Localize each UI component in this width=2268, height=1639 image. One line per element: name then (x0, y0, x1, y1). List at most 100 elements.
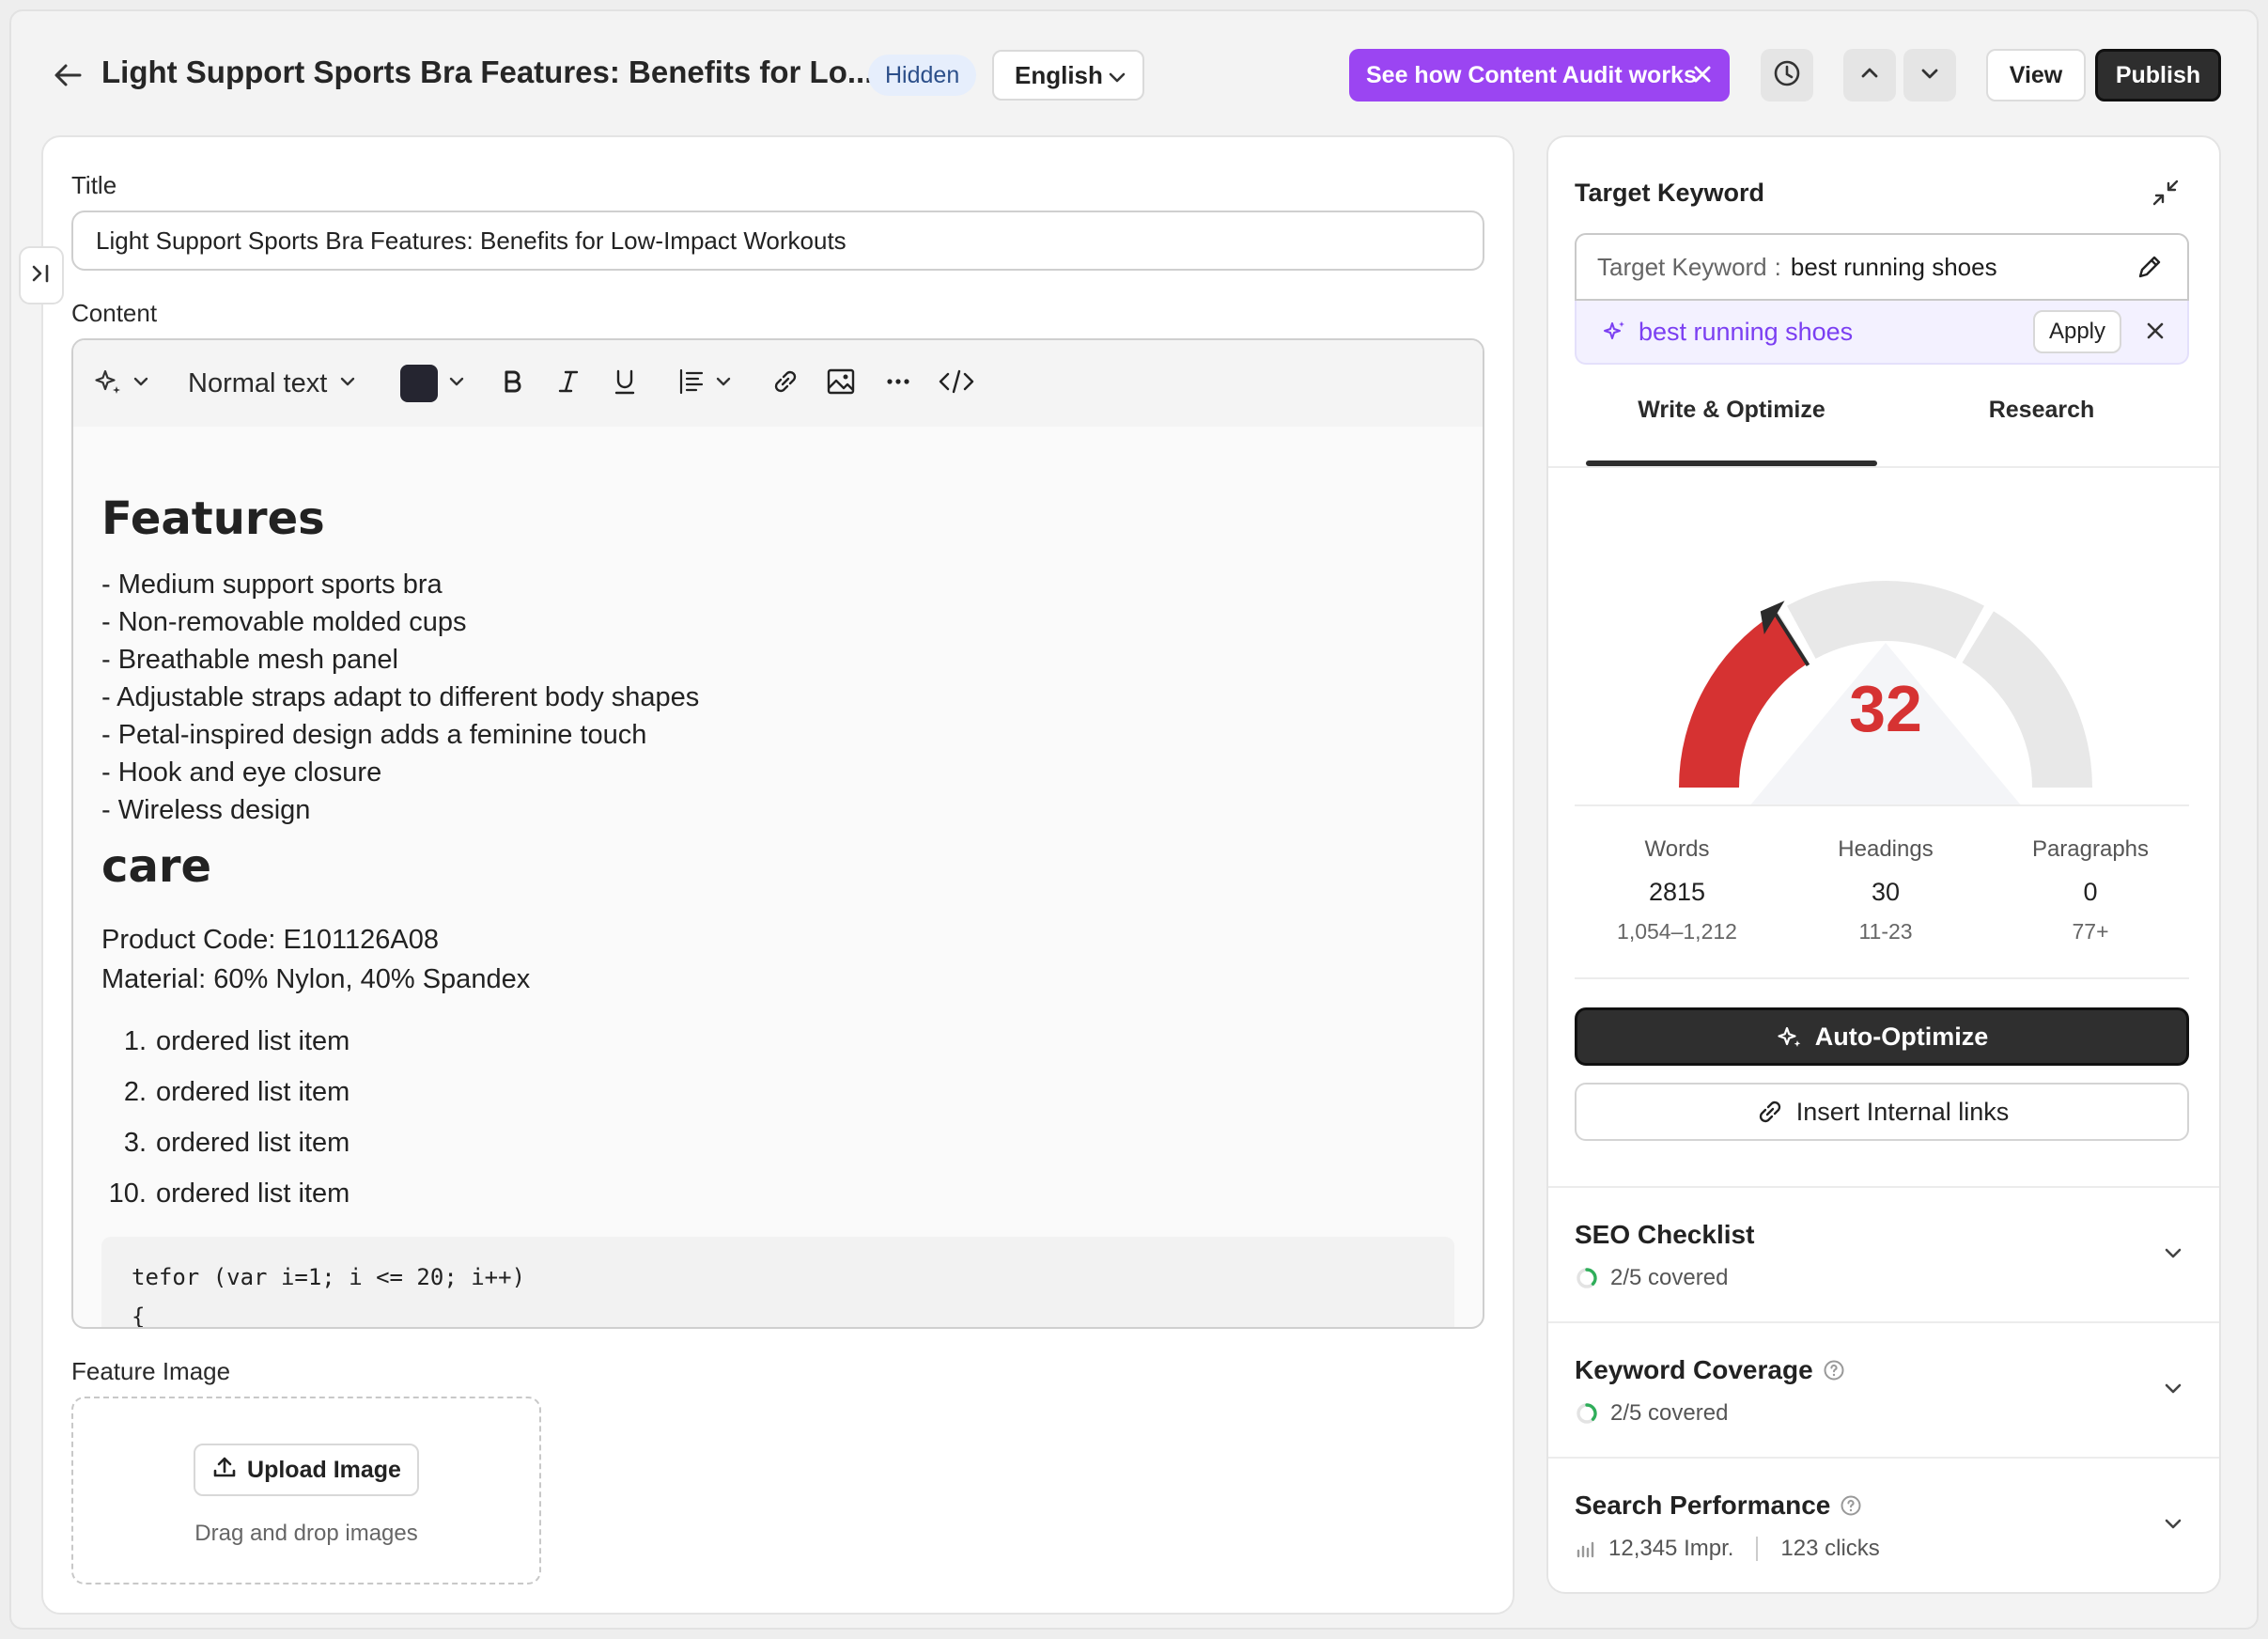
editor-body: Features - Medium support sports bra - N… (101, 427, 1454, 1327)
target-keyword-field[interactable]: Target Keyword : best running shoes (1575, 233, 2189, 301)
promo-label: See how Content Audit works (1366, 61, 1697, 88)
collapse-icon (29, 261, 54, 290)
chevron-down-icon[interactable] (2161, 1376, 2185, 1405)
pencil-icon[interactable] (2135, 252, 2165, 289)
help-icon[interactable] (1823, 1359, 1845, 1381)
minimize-icon[interactable] (2150, 177, 2182, 213)
language-label: English (1015, 60, 1103, 89)
insert-links-label: Insert Internal links (1795, 1097, 2010, 1126)
align-button[interactable] (676, 361, 733, 406)
list-item: - Breathable mesh panel (101, 645, 398, 675)
search-performance-stats: 12,345 Impr. 123 clicks (1575, 1536, 1880, 1562)
list-item: - Medium support sports bra (101, 570, 443, 600)
stat-words-range: 1,054–1,212 (1617, 919, 1737, 944)
close-icon[interactable] (1688, 60, 1717, 95)
heading-features: Features (101, 492, 325, 545)
stat-words-label: Words (1644, 836, 1710, 862)
tab-research[interactable]: Research (1887, 397, 2197, 424)
publish-button[interactable]: Publish (2095, 49, 2221, 101)
title-input[interactable]: Light Support Sports Bra Features: Benef… (71, 211, 1484, 271)
list-item: - Adjustable straps adapt to different b… (101, 682, 700, 712)
upload-image-label: Upload Image (247, 1456, 401, 1483)
content-audit-promo-button[interactable]: See how Content Audit works (1349, 49, 1730, 101)
progress-ring-icon (1575, 1401, 1599, 1426)
keyword-field-label: Target Keyword (1597, 252, 1767, 281)
chevron-down-icon (447, 372, 466, 396)
stat-headings-range: 11-23 (1858, 919, 1913, 944)
bold-icon (498, 367, 526, 400)
stat-paragraphs-label: Paragraphs (2031, 836, 2150, 862)
link-icon (1755, 1097, 1785, 1127)
bold-button[interactable] (498, 361, 526, 406)
feature-image-label: Feature Image (71, 1357, 231, 1385)
clock-icon (1773, 59, 1801, 92)
close-icon[interactable] (2144, 320, 2167, 349)
content-label: Content (71, 299, 158, 327)
keyword-value: best running shoes (1790, 252, 1997, 281)
underline-button[interactable] (611, 361, 639, 406)
divider (1575, 804, 2189, 806)
chevron-down-icon[interactable] (2161, 1511, 2185, 1540)
text-style-label: Normal text (188, 367, 328, 398)
clicks: 123 clicks (1780, 1536, 1880, 1561)
code-button[interactable] (938, 361, 975, 406)
code-line: { (132, 1303, 146, 1329)
ordered-list-item: 10. ordered list item (108, 1179, 350, 1209)
colon-separator: : (1774, 252, 1781, 281)
back-arrow-icon[interactable] (49, 58, 86, 92)
keyword-coverage-title: Keyword Coverage (1575, 1355, 1813, 1384)
image-button[interactable] (825, 361, 857, 406)
text-style-select[interactable]: Normal text (188, 361, 357, 406)
align-left-icon (676, 367, 707, 401)
ordered-list-item: 3. ordered list item (123, 1128, 350, 1158)
code-line: tefor (var i=1; i <= 20; i++) (132, 1264, 526, 1290)
auto-optimize-button[interactable]: Auto-Optimize (1575, 1007, 2189, 1066)
keyword-coverage-sub: 2/5 covered (1610, 1400, 1729, 1426)
drag-drop-hint: Drag and drop images (194, 1521, 418, 1546)
ordered-list-item: 2. ordered list item (123, 1077, 350, 1107)
seo-checklist-sub: 2/5 covered (1610, 1265, 1729, 1290)
apply-button[interactable]: Apply (2033, 310, 2121, 353)
chevron-down-icon (1107, 65, 1127, 94)
title-label: Title (71, 171, 117, 199)
list-item: - Hook and eye closure (101, 757, 382, 788)
insert-internal-links-button[interactable]: Insert Internal links (1575, 1083, 2189, 1141)
color-swatch (400, 365, 438, 402)
ai-assist-button[interactable] (92, 361, 150, 406)
previous-button[interactable] (1843, 49, 1896, 101)
next-button[interactable] (1903, 49, 1956, 101)
seo-checklist-section[interactable]: SEO Checklist 2/5 covered (1548, 1186, 2219, 1319)
link-button[interactable] (769, 361, 802, 406)
divider (1756, 1537, 1759, 1561)
search-performance-title: Search Performance (1575, 1491, 1831, 1520)
suggested-keyword: best running shoes (1639, 317, 1854, 346)
chevron-down-icon[interactable] (2161, 1241, 2185, 1270)
search-performance-header: Search Performance (1575, 1491, 1862, 1521)
more-button[interactable] (883, 361, 913, 406)
image-dropzone[interactable]: Upload Image Drag and drop images (71, 1397, 541, 1584)
bar-chart-icon (1575, 1538, 1597, 1560)
code-icon (938, 367, 975, 401)
chevron-down-icon (714, 372, 733, 396)
list-item: - Petal-inspired design adds a feminine … (101, 720, 647, 750)
material: Material: 60% Nylon, 40% Spandex (101, 964, 531, 994)
seo-checklist-title: SEO Checklist (1575, 1220, 1755, 1249)
upload-image-button[interactable]: Upload Image (194, 1444, 419, 1496)
top-header: Light Support Sports Bra Features: Benef… (0, 0, 2268, 132)
search-performance-section[interactable]: Search Performance 12,345 Impr. 123 clic… (1548, 1457, 2219, 1590)
keyword-coverage-progress: 2/5 covered (1575, 1400, 1728, 1427)
text-color-button[interactable] (400, 361, 466, 406)
content-editor[interactable]: Normal text Features - Medium support sp… (71, 338, 1484, 1329)
tab-write-optimize[interactable]: Write & Optimize (1577, 397, 1887, 424)
italic-button[interactable] (554, 361, 583, 406)
auto-optimize-label: Auto-Optimize (1814, 1022, 1989, 1051)
help-icon[interactable] (1840, 1494, 1862, 1517)
stat-paragraphs-value: 0 (2083, 878, 2098, 906)
keyword-coverage-section[interactable]: Keyword Coverage 2/5 covered (1548, 1321, 2219, 1455)
language-select[interactable]: English (992, 50, 1144, 101)
optimization-sidebar: Target Keyword Target Keyword : best run… (1546, 135, 2221, 1594)
view-button[interactable]: View (1986, 49, 2086, 101)
history-button[interactable] (1761, 49, 1813, 101)
stat-headings-label: Headings (1838, 836, 1934, 862)
collapse-sidebar-button[interactable] (19, 246, 64, 304)
